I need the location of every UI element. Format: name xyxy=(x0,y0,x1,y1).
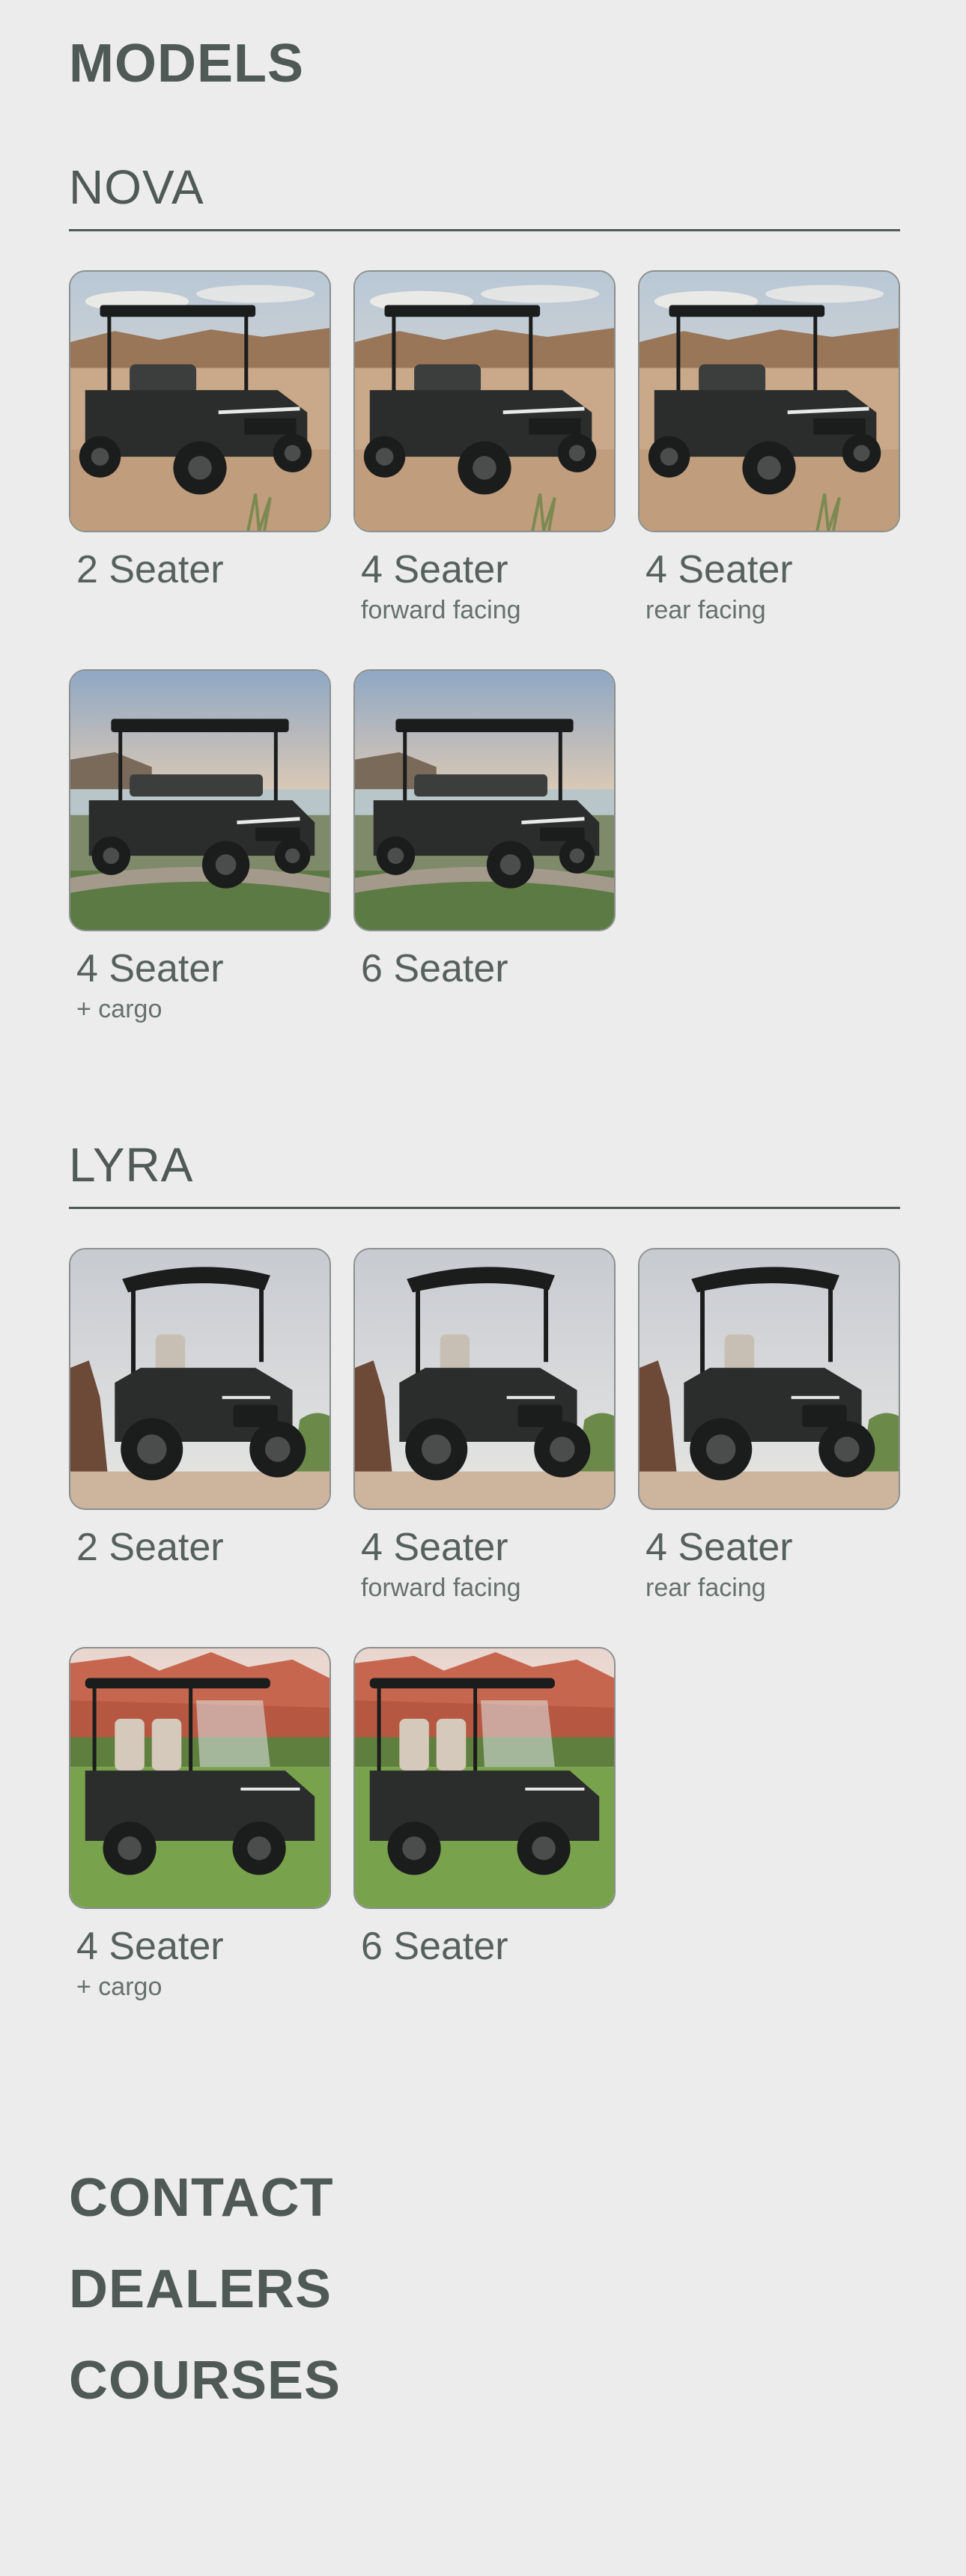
section-lyra: LYRA 2 Seater 4 Seater forward facing 4 … xyxy=(69,1141,900,2002)
model-image[interactable] xyxy=(353,270,616,532)
cart-photo xyxy=(640,1249,899,1508)
model-card[interactable]: 4 Seater forward facing xyxy=(353,270,616,624)
section-nova: NOVA 2 Seater 4 Seater forward facing 4 … xyxy=(69,163,900,1024)
model-card[interactable]: 4 Seater + cargo xyxy=(69,1647,331,2001)
model-image[interactable] xyxy=(353,1248,616,1510)
cart-photo xyxy=(70,1249,329,1508)
model-sublabel: rear facing xyxy=(645,1574,766,1602)
model-image[interactable] xyxy=(69,1248,331,1510)
model-image[interactable] xyxy=(353,669,616,932)
cart-photo xyxy=(70,272,329,531)
cart-photo xyxy=(355,1648,614,1908)
cart-photo xyxy=(355,1249,614,1508)
model-card[interactable]: 4 Seater forward facing xyxy=(353,1248,616,1602)
model-image[interactable] xyxy=(69,669,331,932)
model-sublabel: forward facing xyxy=(361,596,521,624)
model-sublabel: forward facing xyxy=(361,1574,521,1602)
model-sublabel: + cargo xyxy=(76,995,162,1024)
footer-nav: CONTACT DEALERS COURSES xyxy=(69,2171,341,2445)
model-image[interactable] xyxy=(353,1647,616,1910)
model-image[interactable] xyxy=(638,270,900,532)
model-label: 4 Seater xyxy=(76,1925,224,1969)
model-card[interactable]: 6 Seater xyxy=(353,669,616,1023)
model-image[interactable] xyxy=(69,1647,331,1910)
model-card[interactable]: 4 Seater + cargo xyxy=(69,669,331,1023)
cart-photo xyxy=(355,671,614,931)
model-card[interactable]: 6 Seater xyxy=(353,1647,616,2001)
model-label: 2 Seater xyxy=(76,1526,224,1569)
model-label: 4 Seater xyxy=(361,548,508,591)
page: MODELS NOVA 2 Seater 4 Seater forward fa… xyxy=(0,0,966,2576)
model-image[interactable] xyxy=(69,270,331,532)
model-grid: 2 Seater 4 Seater forward facing 4 Seate… xyxy=(69,1248,900,2002)
model-label: 6 Seater xyxy=(361,947,508,991)
section-heading: NOVA xyxy=(69,160,204,214)
model-card[interactable]: 2 Seater xyxy=(69,1248,331,1602)
section-divider xyxy=(69,1207,900,1209)
model-grid: 2 Seater 4 Seater forward facing 4 Seate… xyxy=(69,270,900,1024)
page-title: MODELS xyxy=(69,34,305,94)
model-label: 4 Seater xyxy=(76,947,224,991)
model-label: 4 Seater xyxy=(361,1526,508,1569)
nav-contact-link[interactable]: CONTACT xyxy=(69,2171,341,2225)
cart-photo xyxy=(70,671,329,931)
model-image[interactable] xyxy=(638,1248,900,1510)
cart-photo xyxy=(640,272,899,531)
cart-photo xyxy=(70,1648,329,1908)
model-label: 4 Seater xyxy=(645,548,793,591)
nav-courses-link[interactable]: COURSES xyxy=(69,2354,341,2408)
model-label: 4 Seater xyxy=(645,1526,793,1569)
nav-dealers-link[interactable]: DEALERS xyxy=(69,2262,341,2316)
model-label: 2 Seater xyxy=(76,548,224,591)
model-card[interactable]: 4 Seater rear facing xyxy=(638,1248,900,1602)
model-card[interactable]: 2 Seater xyxy=(69,270,331,624)
model-card[interactable]: 4 Seater rear facing xyxy=(638,270,900,624)
model-label: 6 Seater xyxy=(361,1925,508,1969)
model-sublabel: + cargo xyxy=(76,1973,162,2002)
cart-photo xyxy=(355,272,614,531)
section-heading: LYRA xyxy=(69,1138,194,1192)
model-sublabel: rear facing xyxy=(645,596,766,624)
section-divider xyxy=(69,229,900,231)
